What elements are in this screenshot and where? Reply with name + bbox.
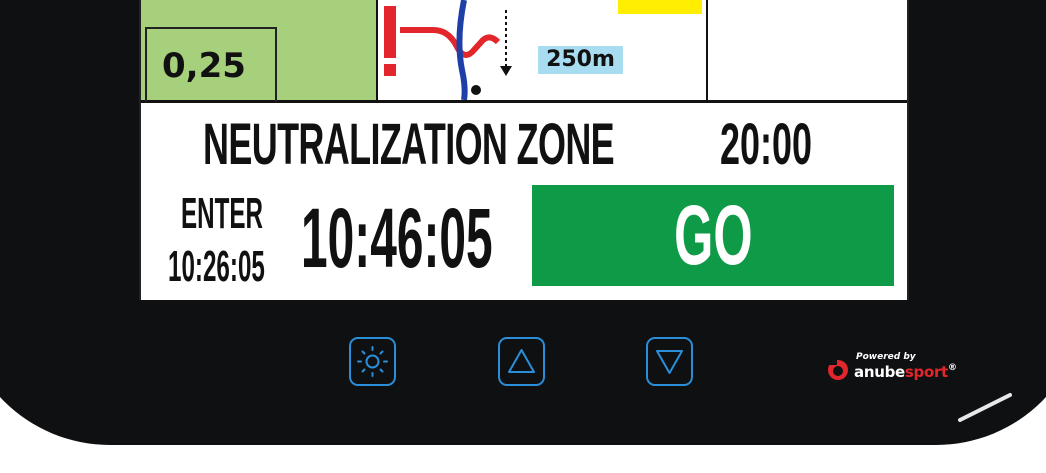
brand-name-part2: sport [904,363,948,381]
zone-duration: 20:00 [720,112,812,177]
up-button[interactable] [498,337,545,386]
status-go-panel: GO [532,185,894,286]
display-screen: 0,25 250m NEUTRALIZATION ZONE 20:00 ENTE… [139,0,909,300]
roadbook-notes-cell [708,0,907,100]
status-label: GO [673,188,753,282]
brand-name: anubesport® [854,363,957,381]
brightness-icon [357,346,388,377]
roadbook-distance-cell: 0,25 [141,0,378,102]
roadbook-yellow-tag [618,0,702,14]
roadbook-distance: 0,25 [162,46,246,86]
down-arrow-icon [656,350,683,374]
brightness-button[interactable] [349,337,396,386]
tulip-diagram-icon [384,0,512,100]
enter-label: ENTER [181,189,264,238]
current-time: 10:46:05 [301,191,493,285]
down-button[interactable] [646,337,693,386]
brand-powered-by: Powered by [856,352,916,362]
roadbook-strip: 0,25 250m [141,0,907,103]
up-arrow-icon [508,349,535,373]
next-distance-tag: 250m [538,46,623,74]
zone-label: NEUTRALIZATION ZONE [203,112,615,177]
enter-time: 10:26:05 [168,242,265,291]
anubesport-logo-icon [828,360,848,380]
registered-mark: ® [947,363,957,373]
brand-name-part1: anube [854,363,905,381]
roadbook-tulip-cell: 250m [378,0,708,100]
